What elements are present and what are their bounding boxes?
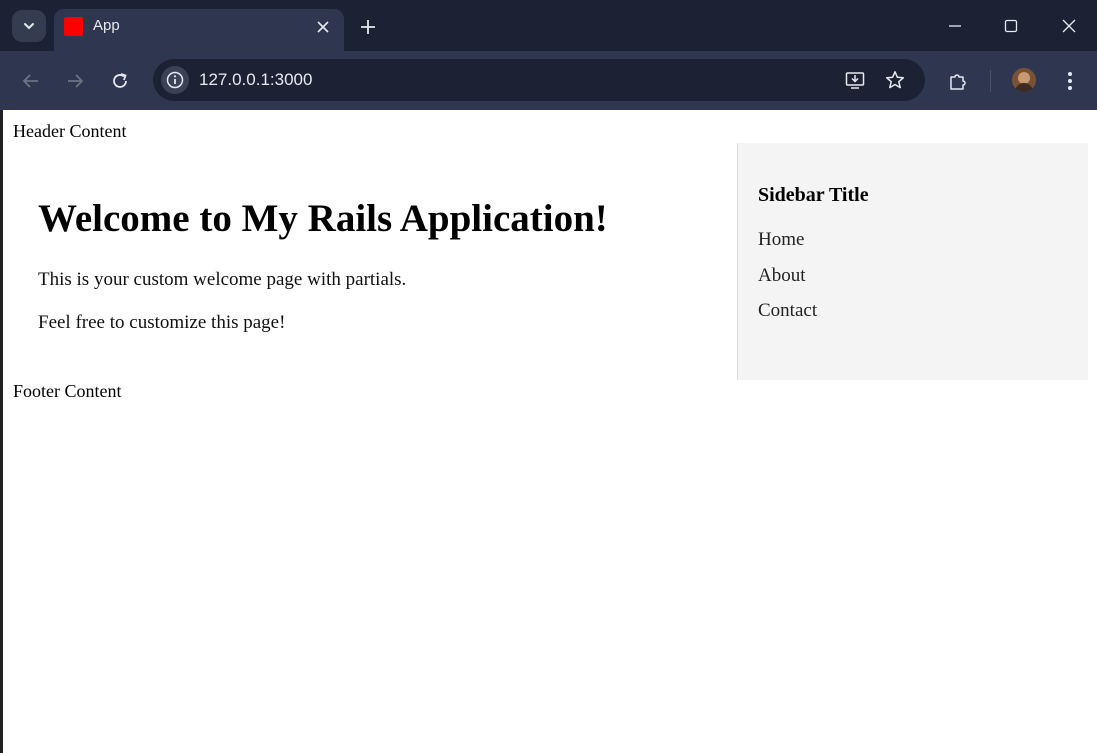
close-icon	[317, 21, 329, 33]
tab-favicon	[64, 17, 83, 36]
browser-toolbar: 127.0.0.1:3000	[0, 51, 1097, 110]
active-tab[interactable]: App	[54, 9, 344, 51]
page-title: Welcome to My Rails Application!	[38, 197, 608, 240]
arrow-right-icon	[66, 72, 84, 90]
forward-button[interactable]	[61, 67, 89, 95]
extensions-button[interactable]	[944, 67, 972, 95]
close-icon	[1062, 19, 1076, 33]
minimize-button[interactable]	[941, 12, 969, 40]
address-bar[interactable]: 127.0.0.1:3000	[153, 59, 925, 101]
tab-search-button[interactable]	[12, 10, 46, 42]
intro-paragraph: This is your custom welcome page with pa…	[38, 269, 407, 290]
tab-title: App	[93, 17, 120, 34]
site-info-button[interactable]	[161, 66, 189, 94]
page-viewport: Header Content Welcome to My Rails Appli…	[3, 110, 1097, 753]
more-vert-icon	[1067, 71, 1073, 91]
install-app-button[interactable]	[841, 66, 869, 94]
new-tab-button[interactable]	[356, 15, 380, 39]
bookmark-button[interactable]	[881, 66, 909, 94]
reload-button[interactable]	[106, 67, 134, 95]
install-app-icon	[845, 70, 865, 90]
toolbar-divider	[990, 70, 991, 92]
sidebar: Sidebar Title Home About Contact	[737, 143, 1088, 380]
reload-icon	[111, 72, 129, 90]
sidebar-link-about[interactable]: About	[758, 265, 806, 287]
sidebar-link-contact[interactable]: Contact	[758, 300, 817, 322]
browser-menu-button[interactable]	[1056, 67, 1084, 95]
star-icon	[885, 70, 905, 90]
tab-strip: App	[0, 0, 1097, 51]
back-button[interactable]	[17, 67, 45, 95]
profile-avatar[interactable]	[1012, 68, 1036, 92]
arrow-left-icon	[22, 72, 40, 90]
sidebar-title: Sidebar Title	[758, 184, 869, 206]
minimize-icon	[948, 19, 962, 33]
page-footer: Footer Content	[13, 381, 122, 401]
maximize-button[interactable]	[997, 12, 1025, 40]
sidebar-link-home[interactable]: Home	[758, 229, 804, 251]
close-window-button[interactable]	[1055, 12, 1083, 40]
tab-close-button[interactable]	[312, 16, 334, 38]
maximize-icon	[1004, 19, 1018, 33]
info-icon	[166, 71, 184, 89]
chevron-down-icon	[22, 19, 36, 33]
puzzle-icon	[948, 71, 968, 91]
plus-icon	[360, 19, 376, 35]
page-header: Header Content	[13, 121, 127, 141]
customize-paragraph: Feel free to customize this page!	[38, 312, 286, 333]
url-text: 127.0.0.1:3000	[199, 70, 313, 89]
